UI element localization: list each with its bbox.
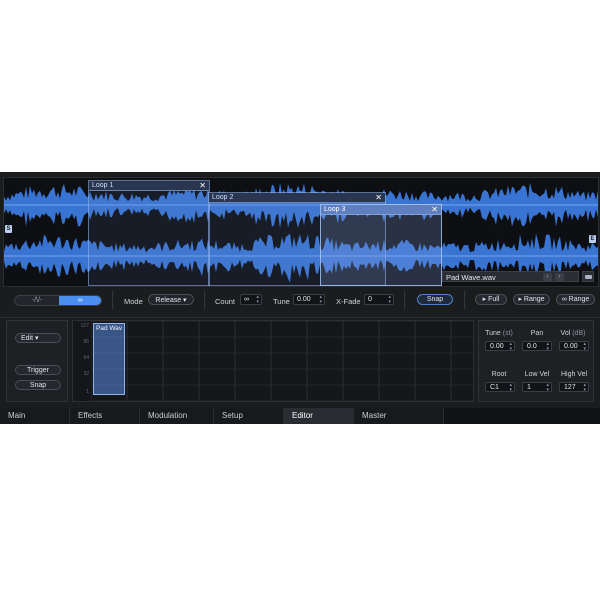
trigger-button[interactable]: Trigger bbox=[15, 365, 61, 375]
root-param-field[interactable]: C1 ▴ ▾ bbox=[485, 382, 515, 392]
waveform-display[interactable]: Loop 1 ✕ Loop 2 ✕ Loop 3 ✕ S E Pad Wave.… bbox=[3, 177, 599, 287]
velocity-axis: 127 96 64 32 1 bbox=[73, 321, 91, 401]
editor-left-panel: Edit ▾ Trigger Snap bbox=[6, 320, 68, 402]
sampler-plugin-panel: Loop 1 ✕ Loop 2 ✕ Loop 3 ✕ S E Pad Wave.… bbox=[0, 172, 600, 424]
lowvel-param-label: Low Vel bbox=[524, 371, 550, 378]
loop-mode-toggle[interactable]: -/\/- ∞ bbox=[14, 295, 102, 306]
sample-zone[interactable]: Pad Wav bbox=[93, 323, 125, 395]
velocity-tick: 127 bbox=[80, 323, 89, 329]
tune-unit: (st) bbox=[502, 330, 513, 337]
loop-header-3[interactable]: Loop 3 ✕ bbox=[321, 205, 441, 215]
tune-param-label: Tune (st) bbox=[481, 330, 517, 337]
zone-parameters-panel: Tune (st) 0.00 ▴ ▾ Pan 0.0 ▴ ▾ Vol (dB) 0.00… bbox=[478, 320, 594, 402]
zone-editor: Edit ▾ Trigger Snap 127 96 64 32 1 Pad W… bbox=[4, 318, 596, 406]
count-field[interactable]: ∞ ▴ ▾ bbox=[240, 294, 262, 305]
pan-param-value: 0.0 bbox=[527, 343, 537, 350]
velocity-tick: 1 bbox=[86, 389, 89, 395]
zoom-range-button[interactable]: ▸ Range bbox=[513, 294, 550, 305]
loop-region-3[interactable]: Loop 3 ✕ bbox=[320, 204, 442, 286]
tune-label: Tune bbox=[273, 297, 290, 306]
tune-param-text: Tune bbox=[485, 330, 501, 337]
mode-dropdown[interactable]: Release ▾ bbox=[148, 294, 194, 305]
loop-control-row: -/\/- ∞ Mode Release ▾ Count ∞ ▴ ▾ Tune 0… bbox=[0, 289, 600, 318]
velocity-tick: 32 bbox=[83, 371, 89, 377]
tab-modulation[interactable]: Modulation bbox=[140, 408, 214, 424]
zone-label: Pad Wav bbox=[96, 325, 123, 332]
vol-param-label: Vol (dB) bbox=[555, 330, 591, 337]
highvel-param-label: High Vel bbox=[560, 371, 588, 378]
start-marker[interactable]: S bbox=[5, 225, 12, 233]
sample-name-field[interactable]: Pad Wave.wav ‹ › bbox=[442, 271, 579, 282]
divider bbox=[404, 291, 405, 309]
divider bbox=[464, 291, 465, 309]
close-icon[interactable]: ✕ bbox=[375, 193, 382, 203]
tab-setup[interactable]: Setup bbox=[214, 408, 284, 424]
snap-toggle-button[interactable]: Snap bbox=[15, 380, 61, 390]
waveform-view-icon[interactable]: -/\/- bbox=[15, 296, 59, 305]
root-param-value: C1 bbox=[490, 384, 499, 391]
tab-editor[interactable]: Editor bbox=[284, 408, 354, 424]
stepper-icon[interactable]: ▴ ▾ bbox=[256, 295, 259, 305]
lowvel-param-field[interactable]: 1 ▴ ▾ bbox=[522, 382, 552, 392]
tune-param-field[interactable]: 0.00 ▴ ▾ bbox=[485, 341, 515, 351]
loop-header-2[interactable]: Loop 2 ✕ bbox=[209, 193, 385, 203]
tab-main[interactable]: Main bbox=[0, 408, 70, 424]
loop-label: Loop 1 bbox=[92, 182, 114, 189]
close-icon[interactable]: ✕ bbox=[199, 181, 206, 191]
tab-bar: Main Effects Modulation Setup Editor Mas… bbox=[0, 408, 600, 424]
next-sample-icon[interactable]: › bbox=[555, 273, 564, 281]
edit-dropdown[interactable]: Edit ▾ bbox=[15, 333, 61, 343]
stepper-icon[interactable]: ▴ ▾ bbox=[546, 342, 549, 352]
loop-label: Loop 2 bbox=[212, 194, 234, 201]
loop-label: Loop 3 bbox=[324, 206, 346, 213]
pan-param-field[interactable]: 0.0 ▴ ▾ bbox=[522, 341, 552, 351]
tune-field[interactable]: 0.00 ▴ ▾ bbox=[293, 294, 325, 305]
loop-range-button[interactable]: ∞ Range bbox=[556, 294, 595, 305]
snap-button[interactable]: Snap bbox=[417, 294, 453, 305]
folder-icon[interactable] bbox=[582, 271, 594, 282]
vol-param-field[interactable]: 0.00 ▴ ▾ bbox=[559, 341, 589, 351]
vol-param-text: Vol bbox=[560, 330, 571, 337]
xfade-label: X-Fade bbox=[336, 297, 361, 306]
zoom-full-button[interactable]: ▸ Full bbox=[475, 294, 507, 305]
velocity-tick: 64 bbox=[83, 355, 89, 361]
tab-effects[interactable]: Effects bbox=[70, 408, 140, 424]
divider bbox=[112, 291, 113, 309]
stepper-icon[interactable]: ▴ ▾ bbox=[583, 342, 586, 352]
close-icon[interactable]: ✕ bbox=[431, 205, 438, 215]
lowvel-param-value: 1 bbox=[527, 384, 531, 391]
root-param-label: Root bbox=[491, 371, 507, 378]
count-label: Count bbox=[215, 297, 236, 306]
highvel-param-field[interactable]: 127 ▴ ▾ bbox=[559, 382, 589, 392]
stepper-icon[interactable]: ▴ ▾ bbox=[583, 383, 586, 393]
end-marker[interactable]: E bbox=[589, 235, 596, 243]
stepper-icon[interactable]: ▴ ▾ bbox=[509, 383, 512, 393]
mapping-grid bbox=[91, 321, 473, 401]
key-velocity-map[interactable]: 127 96 64 32 1 Pad Wav bbox=[72, 320, 474, 402]
mode-label: Mode bbox=[124, 297, 143, 306]
divider bbox=[204, 291, 205, 309]
tune-value: 0.00 bbox=[297, 296, 311, 303]
loop-region-1[interactable]: Loop 1 ✕ bbox=[88, 180, 210, 286]
stepper-icon[interactable]: ▴ ▾ bbox=[319, 295, 322, 305]
velocity-tick: 96 bbox=[83, 339, 89, 345]
stepper-icon[interactable]: ▴ ▾ bbox=[509, 342, 512, 352]
sample-name: Pad Wave.wav bbox=[446, 273, 496, 282]
stepper-icon[interactable]: ▴ ▾ bbox=[388, 295, 391, 305]
stepper-icon[interactable]: ▴ ▾ bbox=[546, 383, 549, 393]
count-value: ∞ bbox=[244, 296, 249, 303]
vol-param-value: 0.00 bbox=[564, 343, 578, 350]
xfade-field[interactable]: 0 ▴ ▾ bbox=[364, 294, 394, 305]
vol-unit: (dB) bbox=[572, 330, 586, 337]
tune-param-value: 0.00 bbox=[490, 343, 504, 350]
highvel-param-value: 127 bbox=[564, 384, 576, 391]
pan-param-label: Pan bbox=[530, 330, 544, 337]
xfade-value: 0 bbox=[368, 296, 372, 303]
loop-header-1[interactable]: Loop 1 ✕ bbox=[89, 181, 209, 191]
loop-view-icon[interactable]: ∞ bbox=[59, 296, 101, 305]
prev-sample-icon[interactable]: ‹ bbox=[543, 273, 552, 281]
tab-master[interactable]: Master bbox=[354, 408, 444, 424]
